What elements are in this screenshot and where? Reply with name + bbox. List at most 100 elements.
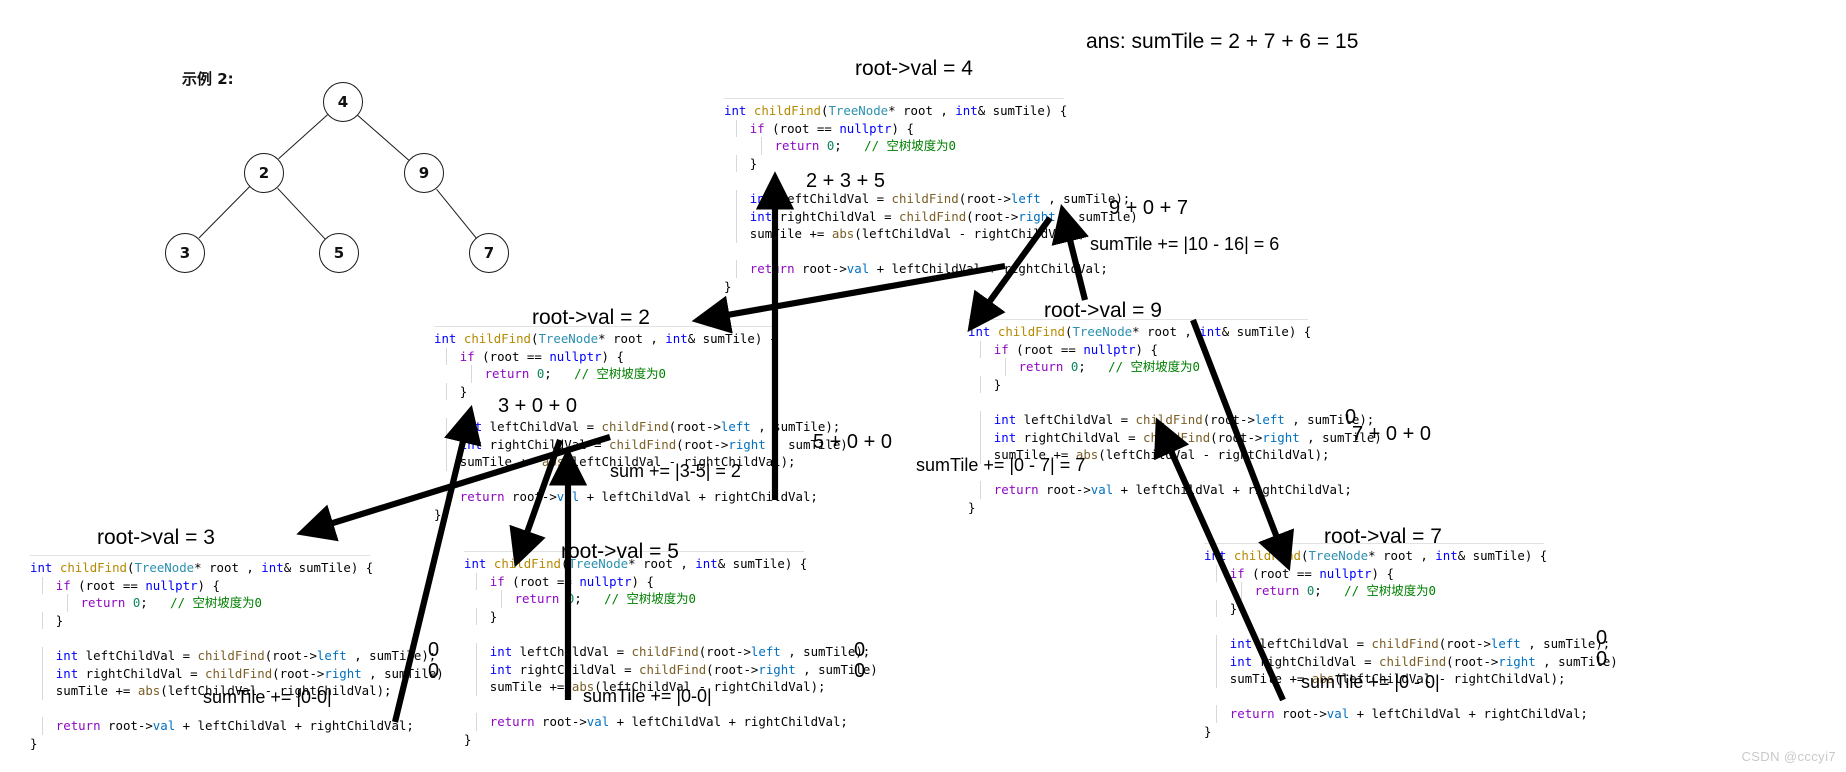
code-block-title-block-3: root->val = 3 [97,526,215,549]
code-line-signature: int childFind(TreeNode* root , int& sumT… [434,331,778,346]
code-line-end-brace: } [1204,723,1212,739]
code-line-if: if (root == nullptr) { [464,572,804,591]
annotation-sum-235: 2 + 3 + 5 [806,170,885,192]
code-line-end-brace: } [968,499,976,515]
code-line-end-brace: } [464,731,472,747]
code-block-title-block-7: root->val = 7 [1324,525,1442,548]
block-2: int childFind(TreeNode* root , int& sumT… [434,326,848,524]
code-block-title-block-2: root->val = 2 [532,306,650,329]
tree-edge-n2-n5 [276,187,326,240]
annotation-sum-tile-6: sumTile += |10 - 16| = 6 [1090,234,1280,254]
code-block-title-block-4: root->val = 4 [855,57,973,80]
code-line-if: if (root == nullptr) { [434,347,774,366]
annotation-sum-300: 3 + 0 + 0 [498,395,577,417]
code-line-blank-1 [724,172,1064,190]
code-line-right-child: int rightChildVal = childFind(root->righ… [724,207,1138,226]
example-label: 示例 2: [182,70,234,88]
code-line-signature: int childFind(TreeNode* root , int& sumT… [30,560,374,575]
code-line-return-zero: return 0; // 空树坡度为0 [1204,582,1544,600]
annotation-sum-35-2: sum += |3-5| = 2 [610,461,741,481]
code-line-blank-1 [434,400,774,418]
code-line-return: return root->val + leftChildVal + rightC… [1204,705,1588,723]
code-line-signature: int childFind(TreeNode* root , int& sumT… [1204,548,1548,563]
watermark: CSDN @cccyi7 [1741,749,1836,764]
annotation-sum-tile-7: sumTile += |0 - 7| = 7 [916,455,1086,475]
tree-edge-n4-n9 [357,115,409,161]
code-line-left-child: int leftChildVal = childFind(root->left … [434,417,840,436]
code-line-sumtile: sumTile += abs(leftChildVal - rightChild… [724,225,1086,243]
code-line-return-zero: return 0; // 空树坡度为0 [464,590,804,608]
return-value-rv-7-left: 0 [1596,627,1608,649]
annotation-sum-700: 7 + 0 + 0 [1352,423,1431,445]
code-line-return-zero: return 0; // 空树坡度为0 [434,365,774,383]
annotation-sum-907: 9 + 0 + 7 [1109,197,1188,219]
code-line-return: return root->val + leftChildVal + rightC… [434,488,818,506]
code-line-return-zero: return 0; // 空树坡度为0 [968,358,1308,376]
code-line-signature: int childFind(TreeNode* root , int& sumT… [724,103,1068,118]
code-line-end-brace: } [30,735,38,751]
code-line-right-child: int rightChildVal = childFind(root->righ… [30,664,444,683]
annotation-sum-500: 5 + 0 + 0 [813,431,892,453]
code-line-return-zero: return 0; // 空树坡度为0 [724,137,1064,155]
code-line-blank-1 [30,629,370,647]
code-line-left-child: int leftChildVal = childFind(root->left … [30,646,436,665]
code-line-if: if (root == nullptr) { [1204,564,1544,583]
code-line-end-brace: } [434,506,442,522]
block-5: int childFind(TreeNode* root , int& sumT… [464,551,878,749]
tree-edge-n4-n2 [278,114,329,160]
tree-node-2: 2 [244,153,284,193]
code-line-left-child: int leftChildVal = childFind(root->left … [464,642,870,661]
code-block-title-block-9: root->val = 9 [1044,299,1162,322]
annotation-sum-00-5: sumTile += |0-0| [583,686,712,706]
code-line-close-if: } [464,607,804,626]
code-line-right-child: int rightChildVal = childFind(root->righ… [968,428,1382,447]
tree-edge-n9-n7 [435,188,477,239]
code-line-close-if: } [30,611,370,630]
return-value-rv-5-right: 0 [854,660,866,682]
block-9: int childFind(TreeNode* root , int& sumT… [968,319,1382,517]
code-line-right-child: int rightChildVal = childFind(root->righ… [434,435,848,454]
annotation-sum-00-3: sumTile += |0-0| [203,687,332,707]
code-line-return-zero: return 0; // 空树坡度为0 [30,594,370,612]
block-4: int childFind(TreeNode* root , int& sumT… [724,98,1138,296]
code-line-blank-1 [968,393,1308,411]
block-7: int childFind(TreeNode* root , int& sumT… [1204,543,1618,741]
code-line-close-if: } [1204,599,1544,618]
answer-note: ans: sumTile = 2 + 7 + 6 = 15 [1086,30,1359,53]
code-line-if: if (root == nullptr) { [724,119,1064,138]
annotation-sum-00-7: sumTile += |0 - 0| [1301,672,1440,692]
diagram-canvas: 示例 2: 42 9 3 5 7 root->val = 4 int childFind(… [0,0,1846,772]
code-line-return: return root->val + leftChildVal + rightC… [464,713,848,731]
code-line-blank-1 [1204,617,1544,635]
tree-edge-n2-n3 [198,186,250,239]
code-line-return: return root->val + leftChildVal + rightC… [724,260,1108,278]
code-line-left-child: int leftChildVal = childFind(root->left … [724,189,1130,208]
code-line-if: if (root == nullptr) { [968,340,1308,359]
code-block-title-block-5: root->val = 5 [561,540,679,563]
code-line-left-child: int leftChildVal = childFind(root->left … [1204,634,1610,653]
return-value-rv-7-right: 0 [1596,648,1608,670]
tree-node-4: 4 [323,82,363,122]
code-line-close-if: } [434,382,774,401]
tree-node-7: 7 [469,233,509,273]
return-value-rv-5-left: 0 [854,639,866,661]
code-line-close-if: } [968,375,1308,394]
code-line-return: return root->val + leftChildVal + rightC… [968,481,1352,499]
code-top-rule [30,555,370,556]
code-line-return: return root->val + leftChildVal + rightC… [30,717,414,735]
code-line-left-child: int leftChildVal = childFind(root->left … [968,410,1374,429]
code-top-rule [724,98,1064,99]
tree-node-3: 3 [165,233,205,273]
code-line-right-child: int rightChildVal = childFind(root->righ… [464,660,878,679]
code-line-right-child: int rightChildVal = childFind(root->righ… [1204,652,1618,671]
return-value-rv-9-right: 7 [1352,423,1364,445]
code-line-blank-1 [464,625,804,643]
code-line-if: if (root == nullptr) { [30,576,370,595]
return-value-rv-3-left: 0 [428,639,440,661]
block-3: int childFind(TreeNode* root , int& sumT… [30,555,444,753]
return-value-rv-3-right: 0 [428,660,440,682]
code-line-close-if: } [724,154,1064,173]
code-line-end-brace: } [724,278,732,294]
tree-node-5: 5 [319,233,359,273]
code-line-signature: int childFind(TreeNode* root , int& sumT… [968,324,1312,339]
